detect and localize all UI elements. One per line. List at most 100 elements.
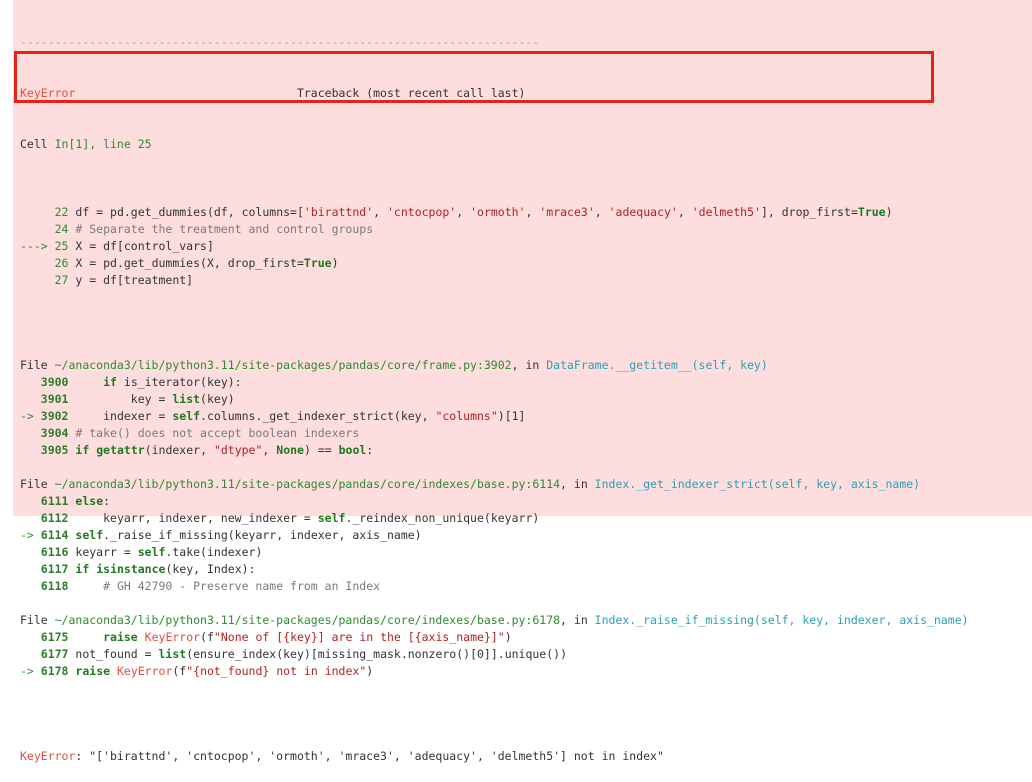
code-keyword: isinstance xyxy=(96,562,166,576)
code-string: "{not_found} not in index" xyxy=(186,664,367,678)
code-keyword: if xyxy=(103,375,117,389)
code-text: X = df[control_vars] xyxy=(68,239,214,253)
error-name: KeyError xyxy=(20,86,76,100)
code-comment: # Separate the treatment and control gro… xyxy=(68,222,374,236)
line-arrow xyxy=(20,443,41,457)
code-text: not_found = xyxy=(68,647,159,661)
line-number: 6177 xyxy=(40,647,69,661)
code-keyword: raise xyxy=(75,664,111,678)
frame-code-line: 6116 keyarr = self.take(indexer) xyxy=(20,544,969,561)
code-text: , xyxy=(262,443,277,457)
frame-in-label: , in xyxy=(560,477,595,491)
line-number: 25 xyxy=(54,239,69,253)
code-text: y = df[treatment] xyxy=(68,273,194,287)
code-text: (f xyxy=(200,630,214,644)
code-text: ) xyxy=(504,630,512,644)
final-error: KeyError: "['birattnd', 'cntocpop', 'orm… xyxy=(20,748,969,765)
line-number: 6112 xyxy=(40,511,69,525)
cell-code-line: 26 X = pd.get_dummies(X, drop_first=True… xyxy=(20,255,969,272)
code-string: 'mrace3' xyxy=(539,205,595,219)
frame-file-label: File xyxy=(20,358,55,372)
line-arrow: -> xyxy=(20,664,41,678)
code-text: (key) xyxy=(200,392,235,406)
frame-code-line: 6111 else: xyxy=(20,493,969,510)
line-arrow xyxy=(20,545,41,559)
code-text: ._raise_if_missing(keyarr, indexer, axis… xyxy=(103,528,422,542)
line-number: 6111 xyxy=(40,494,69,508)
code-string: 'cntocpop' xyxy=(387,205,457,219)
final-error-name: KeyError xyxy=(20,749,76,763)
code-text: indexer = xyxy=(68,409,173,423)
frame-file-path[interactable]: ~/anaconda3/lib/python3.11/site-packages… xyxy=(55,358,512,372)
line-arrow: ---> xyxy=(20,239,55,253)
line-number: 6116 xyxy=(40,545,69,559)
code-string: 'delmeth5' xyxy=(691,205,761,219)
cell-code-lines: 22 df = pd.get_dummies(df, columns=['bir… xyxy=(20,204,969,289)
line-number: 3902 xyxy=(40,409,69,423)
cell-code-line: 24 # Separate the treatment and control … xyxy=(20,221,969,238)
line-number: 27 xyxy=(47,273,69,287)
cell-code-line: 22 df = pd.get_dummies(df, columns=['bir… xyxy=(20,204,969,221)
code-string: 'adequacy' xyxy=(608,205,678,219)
frame-code-line: -> 3902 indexer = self.columns._get_inde… xyxy=(20,408,969,425)
frame-file-label: File xyxy=(20,613,55,627)
traceback-divider: ----------------------------------------… xyxy=(20,35,540,49)
frame-file-label: File xyxy=(20,477,55,491)
stack-frames: File ~/anaconda3/lib/python3.11/site-pac… xyxy=(20,340,969,697)
frame-file-path[interactable]: ~/anaconda3/lib/python3.11/site-packages… xyxy=(55,613,560,627)
code-text: , xyxy=(525,205,540,219)
cell-ref-link[interactable]: In[1], line 25 xyxy=(55,137,152,151)
code-text: , xyxy=(456,205,471,219)
code-text: )[1] xyxy=(497,409,526,423)
line-arrow xyxy=(20,205,48,219)
frame-function: Index._get_indexer_strict xyxy=(594,477,768,491)
line-number: 22 xyxy=(47,205,69,219)
line-arrow xyxy=(20,222,48,236)
code-text: (f xyxy=(172,664,187,678)
code-keyword: True xyxy=(303,256,332,270)
code-keyword: None xyxy=(276,443,304,457)
code-text: ._reindex_non_unique(keyarr) xyxy=(345,511,540,525)
line-number: 6175 xyxy=(40,630,69,644)
code-keyword: bool xyxy=(338,443,367,457)
frame-args: (self, key) xyxy=(691,358,768,372)
frame-code-line: -> 6178 raise KeyError(f"{not_found} not… xyxy=(20,663,969,680)
code-text: (indexer, xyxy=(144,443,214,457)
code-text: : xyxy=(366,443,374,457)
line-arrow xyxy=(20,630,41,644)
code-string: "columns" xyxy=(435,409,498,423)
code-text: key = xyxy=(68,392,173,406)
line-arrow xyxy=(20,647,41,661)
code-exception: KeyError xyxy=(116,664,173,678)
traceback-output: ----------------------------------------… xyxy=(20,0,969,782)
code-string: "dtype" xyxy=(213,443,263,457)
line-number: 6178 xyxy=(40,664,69,678)
code-keyword: getattr xyxy=(96,443,145,457)
line-number: 3900 xyxy=(40,375,69,389)
code-text: X = pd.get_dummies(X, drop_first= xyxy=(68,256,304,270)
code-keyword: if xyxy=(75,443,90,457)
line-number: 6117 xyxy=(40,562,69,576)
frame-args: (self, key, axis_name) xyxy=(767,477,921,491)
line-arrow xyxy=(20,579,41,593)
line-arrow xyxy=(20,273,48,287)
frame-code-line: 3900 if is_iterator(key): xyxy=(20,374,969,391)
code-text: , xyxy=(594,205,609,219)
traceback-header: KeyError Traceback (most recent call las… xyxy=(20,85,969,102)
line-arrow xyxy=(20,562,41,576)
code-keyword: self xyxy=(75,528,104,542)
frame-file-path[interactable]: ~/anaconda3/lib/python3.11/site-packages… xyxy=(55,477,560,491)
code-text: (ensure_index(key)[missing_mask.nonzero(… xyxy=(186,647,568,661)
line-arrow xyxy=(20,426,41,440)
line-number: 6118 xyxy=(40,579,69,593)
frame-args: (self, key, indexer, axis_name) xyxy=(753,613,969,627)
line-arrow xyxy=(20,392,41,406)
code-string: "None of [{key}] are in the [{axis_name}… xyxy=(213,630,505,644)
code-text: ) xyxy=(366,664,374,678)
